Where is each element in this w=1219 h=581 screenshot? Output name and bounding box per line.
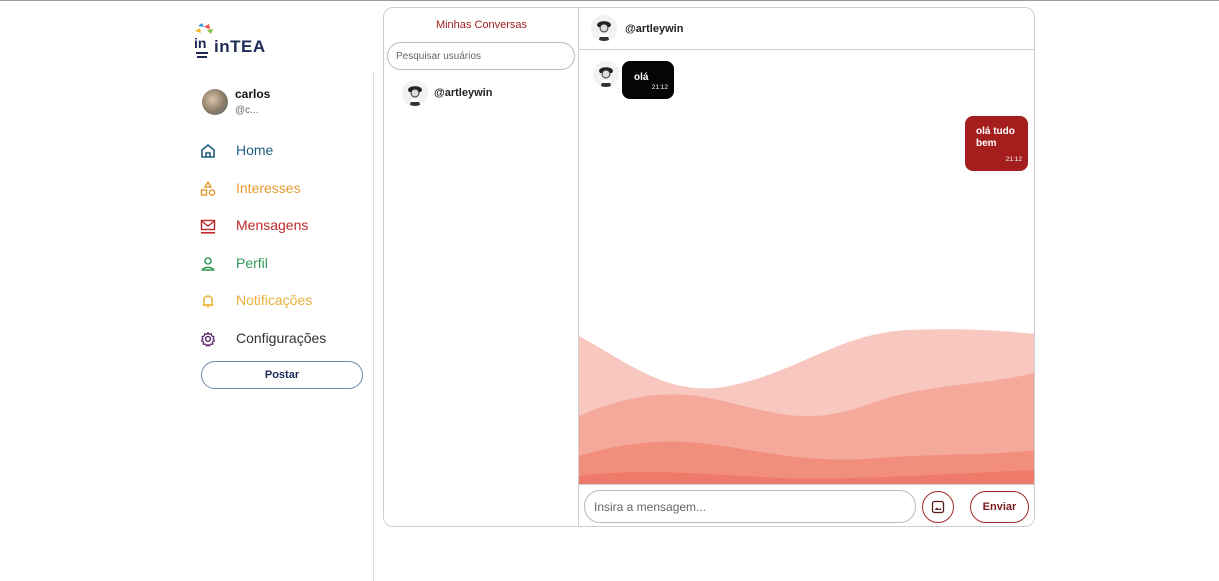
conversations-title: Minhas Conversas [435,19,528,31]
svg-text:in: in [194,35,206,51]
attach-image-button[interactable] [922,491,954,523]
conversation-list: Minhas Conversas @artleywin [384,8,579,526]
post-button[interactable]: Postar [201,361,363,389]
chat-header-username[interactable]: @artleywin [625,23,683,35]
decorative-waves [579,329,1034,484]
gear-icon [200,331,216,347]
sidebar-item-interesses[interactable]: Interesses [200,177,370,215]
sidebar-item-home[interactable]: Home [200,139,370,177]
user-handle: @c... [235,105,259,116]
logo-text: inTEA [214,37,266,56]
sidebar-item-notificacoes[interactable]: Notificações [200,289,370,327]
home-icon [201,144,215,158]
user-profile-card[interactable]: carlos @c... [202,85,352,121]
message-input[interactable] [584,490,916,523]
message-composer: Enviar [579,484,1034,526]
user-name: carlos [235,87,271,101]
search-users-input[interactable] [387,42,575,70]
sidebar-item-perfil[interactable]: Perfil [200,252,370,290]
sidebar-item-label: Mensagens [236,217,309,233]
app-page: in inTEA carlos @c... Home Interesses Me… [0,0,1219,581]
conversation-username: @artleywin [434,87,493,99]
mail-icon [200,219,216,234]
avatar[interactable] [591,15,617,41]
sidebar-item-label: Perfil [236,254,268,271]
avatar [202,89,228,115]
message-text: olá [634,72,649,83]
messages-panel: Minhas Conversas @artleywin [383,7,1035,527]
chat-window: @artleywin olá 21:12 olá tudo bem 21:12 [579,8,1034,526]
chat-header: @artleywin [579,8,1034,50]
sidebar-item-configuracoes[interactable]: Configurações [200,327,370,365]
conversation-item[interactable]: @artleywin [402,80,562,106]
sidebar-nav: Home Interesses Mensagens Perfil Notific… [200,139,370,364]
sidebar-item-label: Configurações [236,329,327,346]
user-icon [201,256,215,271]
sidebar-item-mensagens[interactable]: Mensagens [200,214,370,252]
message-time: 21:12 [651,84,668,91]
bell-icon [202,295,214,308]
avatar [402,80,428,106]
image-icon [931,500,945,514]
message-time: 21:12 [1005,156,1022,163]
column-divider [373,71,374,581]
sidebar-item-label: Home [236,142,274,158]
avatar [593,61,619,87]
message-text: olá tudo [976,126,1015,137]
message-bubble-outgoing: olá tudo bem 21:12 [965,116,1028,171]
sidebar-item-label: Interesses [236,179,301,196]
message-bubble-incoming: olá 21:12 [622,61,674,99]
sidebar-item-label: Notificações [236,292,313,308]
message-text: bem [976,138,997,149]
app-logo[interactable]: in inTEA [192,23,265,61]
shapes-icon [200,180,216,196]
send-button[interactable]: Enviar [970,491,1029,523]
